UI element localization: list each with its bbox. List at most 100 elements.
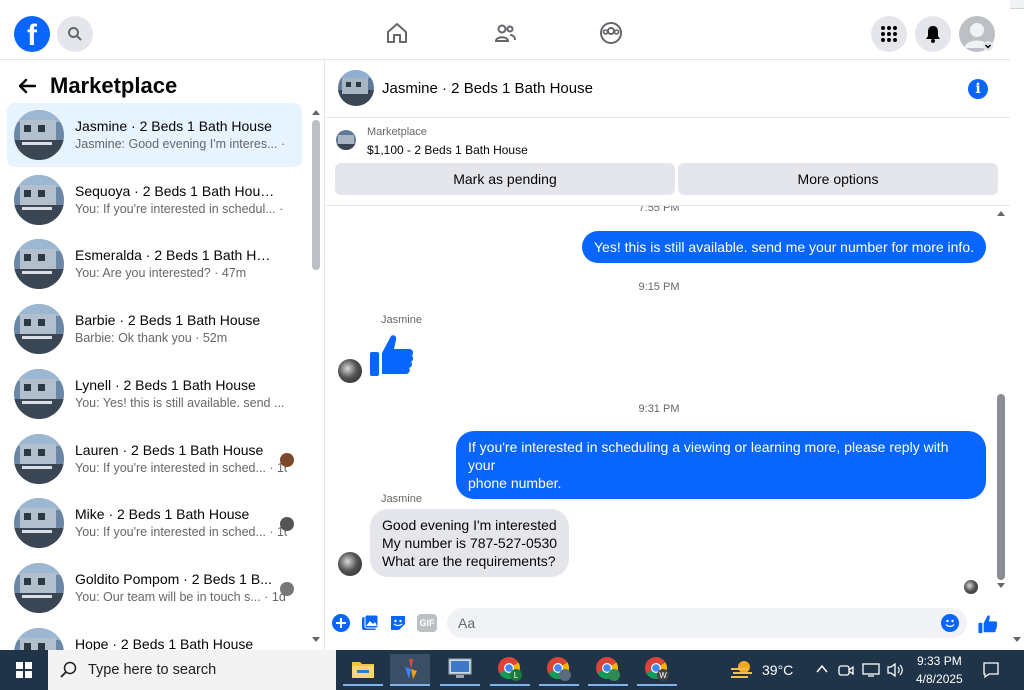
sender-avatar[interactable]	[338, 359, 362, 383]
groups-nav[interactable]	[598, 20, 624, 46]
conversation-preview: Barbie: Ok thank you · 52m	[75, 331, 287, 345]
scroll-up-icon[interactable]	[311, 108, 321, 116]
pinned-app-2[interactable]	[440, 654, 480, 686]
conversation-item[interactable]: Barbie · 2 Beds 1 Bath House Barbie: Ok t…	[7, 297, 302, 361]
chrome-profile-3[interactable]	[588, 654, 628, 686]
sender-name: Jasmine	[381, 493, 422, 505]
conversation-name: Lauren · 2 Beds 1 Bath House	[75, 441, 264, 458]
menu-button[interactable]	[871, 16, 907, 52]
mark-pending-button[interactable]: Mark as pending	[335, 163, 675, 195]
chrome-icon: W	[645, 657, 669, 681]
pinned-app[interactable]	[390, 654, 430, 686]
more-actions-button[interactable]	[332, 614, 350, 632]
conversation-name: Barbie · 2 Beds 1 Bath House	[75, 312, 261, 329]
listing-thumbnail	[14, 110, 64, 160]
start-button[interactable]	[0, 650, 48, 690]
volume-icon[interactable]	[886, 662, 904, 678]
listing-price[interactable]: $1,100 - 2 Beds 1 Bath House	[367, 143, 528, 157]
photo-icon	[362, 614, 379, 630]
smiley-icon	[945, 619, 955, 628]
clock-time[interactable]: 9:33 PM	[917, 654, 962, 668]
conversation-item[interactable]: Sequoya · 2 Beds 1 Bath House You: If you…	[7, 168, 302, 232]
message-line: My number is 787-527-0530	[382, 535, 558, 551]
attach-photo-button[interactable]	[361, 614, 379, 632]
clock-date[interactable]: 4/8/2025	[916, 672, 963, 686]
groups-icon	[600, 22, 622, 44]
conversation-item[interactable]: Mike · 2 Beds 1 Bath House You: If you're…	[7, 491, 302, 555]
network-icon[interactable]	[862, 662, 880, 678]
chevron-up-icon[interactable]	[816, 664, 828, 674]
meet-now-icon[interactable]	[838, 662, 854, 678]
profile-button[interactable]	[959, 16, 995, 52]
conversation-preview: Jasmine: Good evening I'm interes... · 1…	[75, 137, 287, 151]
left-header: Marketplace	[18, 73, 177, 99]
svg-text:W: W	[659, 671, 667, 680]
chat-scroll-up-icon[interactable]	[996, 209, 1006, 217]
conversation-item[interactable]: Goldito Pompom · 2 Beds 1 B... You: Our t…	[7, 556, 302, 620]
scroll-down-icon[interactable]	[311, 636, 321, 644]
more-options-button[interactable]: More options	[678, 163, 998, 195]
notifications-center-icon[interactable]	[982, 661, 1000, 679]
message-line: Good evening I'm interested	[382, 517, 557, 533]
read-receipt-avatar	[964, 580, 978, 594]
weather-haze-icon[interactable]	[730, 659, 754, 681]
search-button[interactable]	[57, 16, 93, 52]
info-icon[interactable]: i	[968, 79, 988, 99]
temperature[interactable]: 39°C	[762, 662, 793, 678]
page-scroll-down-icon[interactable]	[1012, 636, 1022, 644]
message-composer: GIF Aa	[326, 603, 1010, 643]
back-arrow-icon[interactable]	[18, 78, 36, 94]
preview-text: You: Are you interested?	[75, 266, 211, 281]
conversation-item[interactable]: Esmeralda · 2 Beds 1 Bath House You: Are …	[7, 232, 302, 296]
gif-icon: GIF	[419, 618, 435, 628]
listing-thumbnail	[14, 562, 64, 613]
plus-icon	[336, 618, 346, 628]
chrome-profile-2[interactable]	[539, 654, 579, 686]
listing-thumbnail	[14, 239, 64, 290]
outgoing-message[interactable]: Yes! this is still available. send me yo…	[582, 231, 986, 263]
chrome-icon	[596, 657, 620, 681]
like-send-icon[interactable]	[978, 614, 998, 634]
taskbar-search[interactable]: Type here to search	[48, 650, 336, 690]
conversation-item[interactable]: Jasmine · 2 Beds 1 Bath House Jasmine: Go…	[7, 103, 302, 167]
thumbs-up-sticker-icon[interactable]	[369, 332, 415, 378]
friends-icon	[494, 24, 516, 42]
avatar-icon	[964, 23, 993, 51]
conversation-item[interactable]: Hope · 2 Beds 1 Bath House	[7, 621, 302, 650]
preview-text: Jasmine: Good evening I'm interes...	[75, 137, 278, 151]
message-input[interactable]: Aa	[447, 608, 967, 638]
incoming-message[interactable]: Good evening I'm interested My number is…	[370, 509, 570, 577]
sticker-button[interactable]	[389, 614, 407, 632]
listing-small-thumbnail[interactable]	[336, 130, 356, 150]
conversation-name: Hope · 2 Beds 1 Bath House	[75, 635, 254, 650]
chat-scroll-down-icon[interactable]	[996, 582, 1006, 590]
listing-thumbnail[interactable]	[338, 70, 374, 106]
folder-icon	[352, 662, 374, 678]
chat-panel: Jasmine · 2 Beds 1 Bath House i Marketpl…	[326, 60, 1010, 650]
chrome-profile-w[interactable]: W	[637, 654, 677, 686]
conversation-preview: You: Are you interested? · 47m	[75, 266, 287, 280]
preview-text: You: If you're interested in sched...	[75, 525, 266, 540]
chat-scrollbar[interactable]	[997, 394, 1005, 580]
conversation-name: Sequoya · 2 Beds 1 Bath House	[75, 182, 275, 199]
outgoing-message[interactable]: If you're interested in scheduling a vie…	[456, 431, 986, 499]
notifications-button[interactable]	[915, 16, 951, 52]
preview-text: You: If you're interested in schedul...	[75, 201, 276, 216]
chrome-icon: L	[498, 657, 522, 681]
friends-nav[interactable]	[492, 20, 518, 46]
chrome-profile-l[interactable]: L	[490, 654, 530, 686]
gif-button[interactable]: GIF	[417, 614, 437, 632]
facebook-logo[interactable]: f	[14, 16, 50, 52]
emoji-button[interactable]	[941, 614, 959, 632]
preview-time: · 47m	[214, 266, 247, 281]
sender-avatar[interactable]	[338, 552, 362, 576]
taskbar-search-placeholder: Type here to search	[88, 662, 217, 678]
search-icon	[68, 27, 82, 41]
left-scrollbar[interactable]	[312, 120, 320, 270]
preview-text: You: Our team will be in touch s...	[75, 589, 261, 604]
conversation-item[interactable]: Lynell · 2 Beds 1 Bath House You: Yes! th…	[7, 362, 302, 426]
conversation-item[interactable]: Lauren · 2 Beds 1 Bath House You: If you'…	[7, 427, 302, 491]
file-explorer-app[interactable]	[343, 654, 383, 686]
participant-avatar	[280, 581, 294, 596]
home-nav[interactable]	[384, 20, 410, 46]
